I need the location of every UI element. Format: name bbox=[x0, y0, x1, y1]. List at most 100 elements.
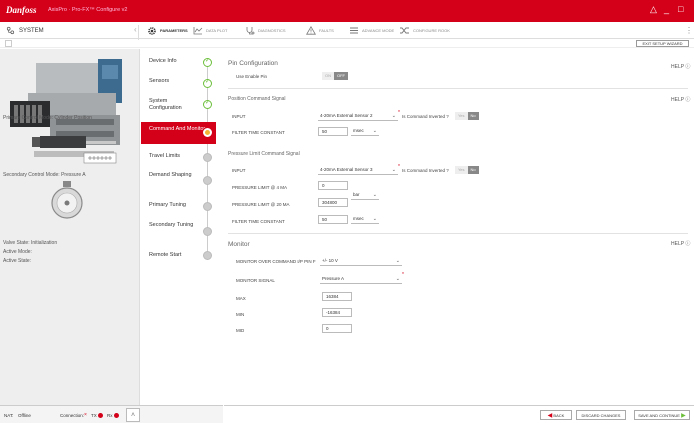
back-arrow-icon: ◀ bbox=[547, 413, 553, 419]
step-pending-indicator bbox=[203, 202, 212, 211]
monitor-min-input[interactable]: -16384 bbox=[322, 308, 352, 317]
warning-icon bbox=[306, 26, 316, 35]
tab-advance-mode[interactable]: ADVANCE MODE bbox=[349, 25, 394, 36]
maximize-button[interactable]: □ bbox=[678, 4, 683, 14]
valve-state: Valve State: Initialization bbox=[3, 240, 58, 246]
pressure-limit-4ma-label: PRESSURE LIMIT @ 4 MA bbox=[232, 185, 287, 190]
exit-setup-wizard-button[interactable]: EXIT SETUP WIZARD bbox=[636, 40, 689, 47]
step-demand-shaping[interactable]: Demand Shaping bbox=[141, 172, 201, 179]
window-title: AxisPro · Pro-FX™ Configure v2 bbox=[48, 7, 128, 13]
tab-parameters[interactable]: PARAMETERS bbox=[147, 25, 188, 36]
gear-icon bbox=[148, 26, 156, 35]
back-button[interactable]: ◀ BACK bbox=[540, 410, 572, 420]
tab-faults[interactable]: FAULTS bbox=[306, 25, 334, 36]
list-icon bbox=[350, 27, 358, 34]
expand-up-button[interactable]: ˄ bbox=[126, 408, 140, 422]
tab-diagnostics[interactable]: DIAGNOSTICS bbox=[245, 25, 286, 36]
forward-arrow-icon: ▶ bbox=[681, 413, 686, 419]
tx-indicator bbox=[98, 413, 103, 418]
pressure-filter-label: FILTER TIME CONSTANT bbox=[232, 219, 285, 224]
required-marker: * bbox=[398, 110, 400, 116]
system-button[interactable]: SYSTEM bbox=[6, 26, 44, 35]
rx-indicator bbox=[114, 413, 119, 418]
bell-icon[interactable]: △ bbox=[650, 4, 657, 15]
tx-label: TX bbox=[91, 413, 97, 418]
cylinder-image bbox=[32, 136, 117, 164]
divider bbox=[228, 88, 688, 89]
monitor-min-label: MIN bbox=[236, 312, 245, 317]
system-panel: Primary Control Mode: Cylinder Position … bbox=[0, 49, 140, 405]
pressure-sensor-image bbox=[51, 181, 83, 219]
nav-divider bbox=[138, 25, 139, 40]
nav-bar: SYSTEM ‹ PARAMETERS DATA PLOT DIAGNOSTIC… bbox=[0, 22, 694, 39]
help-link[interactable]: HELP ⓘ bbox=[671, 240, 690, 247]
position-input-select[interactable]: 4-20mA External Sensor 2 ⌄ bbox=[318, 112, 398, 121]
help-link[interactable]: HELP ⓘ bbox=[671, 96, 690, 103]
monitor-signal-label: MONITOR SIGNAL bbox=[236, 278, 275, 283]
pin-configuration-title: Pin Configuration bbox=[228, 60, 278, 67]
monitor-signal-select[interactable]: Pressure A ⌄ bbox=[320, 275, 402, 284]
pressure-limit-20ma-label: PRESSURE LIMIT @ 20 MA bbox=[232, 202, 290, 207]
status-bar: NAT: Offline Connection: × TX Rx ˄ bbox=[0, 405, 223, 423]
position-command-title: Position Command Signal bbox=[228, 96, 286, 102]
discard-changes-button[interactable]: DISCARD CHANGES bbox=[576, 410, 626, 420]
pressure-filter-input[interactable]: 50 bbox=[318, 215, 348, 224]
tab-data-plot[interactable]: DATA PLOT bbox=[193, 25, 227, 36]
pressure-input-label: INPUT bbox=[232, 168, 246, 173]
help-link[interactable]: HELP ⓘ bbox=[671, 63, 690, 70]
connection-label: Connection: bbox=[60, 413, 85, 418]
divider bbox=[228, 233, 688, 234]
step-pending-indicator bbox=[203, 251, 212, 260]
step-pending-indicator bbox=[203, 176, 212, 185]
rx-label: Rx bbox=[107, 413, 113, 418]
position-inverted-toggle[interactable]: Yes No bbox=[455, 112, 479, 120]
system-tree-icon bbox=[6, 26, 15, 35]
pressure-inverted-toggle[interactable]: Yes No bbox=[455, 166, 479, 174]
collapse-panel-icon[interactable] bbox=[5, 40, 12, 47]
stethoscope-icon bbox=[246, 26, 255, 34]
step-pending-indicator bbox=[203, 153, 212, 162]
node-state: Offline bbox=[18, 413, 31, 418]
chart-icon bbox=[193, 27, 203, 35]
chevron-left-icon[interactable]: ‹ bbox=[134, 25, 137, 34]
pressure-unit-select[interactable]: bar ⌄ bbox=[351, 191, 379, 200]
check-icon: ✓ bbox=[205, 79, 211, 85]
step-secondary-tuning[interactable]: Secondary Tuning bbox=[141, 222, 201, 229]
tab-configure-rook[interactable]: CONFIGURE ROOK bbox=[399, 25, 450, 36]
required-marker: * bbox=[402, 272, 404, 278]
save-and-continue-button[interactable]: SAVE AND CONTINUE ▶ bbox=[634, 410, 690, 420]
minimize-button[interactable]: _ bbox=[664, 4, 669, 14]
monitor-mid-input[interactable]: 0 bbox=[322, 324, 352, 333]
pressure-filter-unit-select[interactable]: msec ⌄ bbox=[351, 215, 379, 224]
shuffle-icon bbox=[400, 27, 409, 34]
position-filter-input[interactable]: 50 bbox=[318, 127, 348, 136]
monitor-over-label: MONITOR OVER COMMAND I/P PIN F bbox=[236, 259, 316, 264]
pressure-input-select[interactable]: 4-20mA External Sensor 3 ⌄ bbox=[318, 166, 398, 175]
more-menu-icon[interactable]: ⋮ bbox=[685, 26, 693, 35]
primary-control-mode: Primary Control Mode: Cylinder Position bbox=[3, 115, 92, 121]
step-current-indicator bbox=[203, 128, 212, 137]
monitor-over-select[interactable]: +/- 10 V ⌄ bbox=[320, 257, 402, 266]
step-system-configuration[interactable]: System Configuration bbox=[141, 98, 201, 112]
position-filter-unit-select[interactable]: msec ⌄ bbox=[351, 127, 379, 136]
monitor-title: Monitor bbox=[228, 241, 250, 248]
danfoss-logo: Danfoss bbox=[6, 5, 37, 15]
position-input-label: INPUT bbox=[232, 114, 246, 119]
position-inverted-label: Is Command Inverted ? bbox=[402, 114, 449, 119]
use-enable-pin-toggle[interactable]: ON OFF bbox=[322, 72, 348, 80]
monitor-mid-label: MID bbox=[236, 328, 245, 333]
position-filter-label: FILTER TIME CONSTANT bbox=[232, 130, 285, 135]
use-enable-pin-label: Use Enable Pin bbox=[236, 74, 268, 79]
pressure-limit-4ma-input[interactable]: 0 bbox=[318, 181, 348, 190]
active-mode: Active Mode: bbox=[3, 249, 32, 255]
pressure-command-title: Pressure Limit Command Signal bbox=[228, 151, 300, 157]
system-label: SYSTEM bbox=[19, 27, 44, 34]
monitor-max-label: MAX bbox=[236, 296, 246, 301]
active-state: Active State: bbox=[3, 258, 32, 264]
disconnected-icon: × bbox=[84, 412, 87, 418]
pressure-inverted-label: Is Command Inverted ? bbox=[402, 168, 449, 173]
pressure-limit-20ma-input[interactable]: 304800 bbox=[318, 198, 348, 207]
check-icon: ✓ bbox=[205, 58, 211, 64]
required-marker: * bbox=[398, 164, 400, 170]
monitor-max-input[interactable]: 16384 bbox=[322, 292, 352, 301]
